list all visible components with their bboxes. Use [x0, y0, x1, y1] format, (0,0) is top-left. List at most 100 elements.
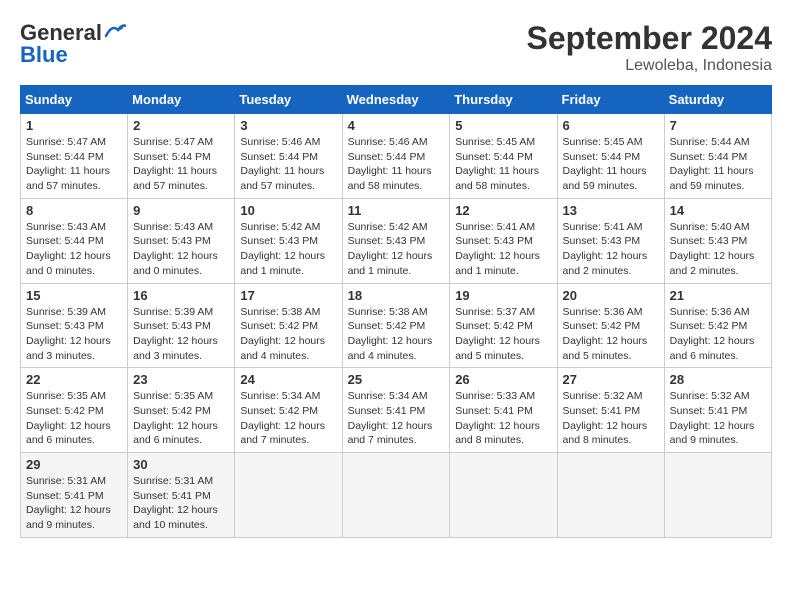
daylight-label: Daylight: 11 hours and 57 minutes. — [240, 165, 324, 192]
sunrise-label: Sunrise: 5:38 AM — [348, 306, 428, 318]
day-number: 18 — [348, 288, 445, 303]
sunrise-label: Sunrise: 5:46 AM — [240, 136, 320, 148]
day-info: Sunrise: 5:36 AM Sunset: 5:42 PM Dayligh… — [563, 305, 659, 364]
daylight-label: Daylight: 12 hours and 2 minutes. — [563, 250, 648, 277]
calendar-header-row: Sunday Monday Tuesday Wednesday Thursday… — [21, 86, 772, 114]
sunrise-label: Sunrise: 5:36 AM — [670, 306, 750, 318]
calendar-cell: 2 Sunrise: 5:47 AM Sunset: 5:44 PM Dayli… — [128, 114, 235, 199]
calendar-table: Sunday Monday Tuesday Wednesday Thursday… — [20, 85, 772, 538]
sunset-label: Sunset: 5:44 PM — [563, 151, 641, 163]
day-info: Sunrise: 5:47 AM Sunset: 5:44 PM Dayligh… — [133, 135, 229, 194]
daylight-label: Daylight: 12 hours and 6 minutes. — [670, 335, 755, 362]
day-info: Sunrise: 5:34 AM Sunset: 5:41 PM Dayligh… — [348, 389, 445, 448]
day-info: Sunrise: 5:42 AM Sunset: 5:43 PM Dayligh… — [240, 220, 336, 279]
col-sunday: Sunday — [21, 86, 128, 114]
day-info: Sunrise: 5:39 AM Sunset: 5:43 PM Dayligh… — [26, 305, 122, 364]
calendar-cell: 25 Sunrise: 5:34 AM Sunset: 5:41 PM Dayl… — [342, 368, 450, 453]
sunset-label: Sunset: 5:44 PM — [133, 151, 211, 163]
sunrise-label: Sunrise: 5:39 AM — [26, 306, 106, 318]
daylight-label: Daylight: 11 hours and 58 minutes. — [455, 165, 539, 192]
daylight-label: Daylight: 12 hours and 7 minutes. — [240, 420, 325, 447]
day-info: Sunrise: 5:39 AM Sunset: 5:43 PM Dayligh… — [133, 305, 229, 364]
day-info: Sunrise: 5:47 AM Sunset: 5:44 PM Dayligh… — [26, 135, 122, 194]
daylight-label: Daylight: 11 hours and 57 minutes. — [133, 165, 217, 192]
calendar-cell: 22 Sunrise: 5:35 AM Sunset: 5:42 PM Dayl… — [21, 368, 128, 453]
logo-bird-icon — [104, 22, 126, 40]
sunset-label: Sunset: 5:41 PM — [348, 405, 426, 417]
day-info: Sunrise: 5:38 AM Sunset: 5:42 PM Dayligh… — [240, 305, 336, 364]
day-number: 7 — [670, 118, 766, 133]
day-info: Sunrise: 5:35 AM Sunset: 5:42 PM Dayligh… — [133, 389, 229, 448]
calendar-week-row: 15 Sunrise: 5:39 AM Sunset: 5:43 PM Dayl… — [21, 283, 772, 368]
sunset-label: Sunset: 5:42 PM — [240, 405, 318, 417]
day-info: Sunrise: 5:31 AM Sunset: 5:41 PM Dayligh… — [26, 474, 122, 533]
calendar-cell: 21 Sunrise: 5:36 AM Sunset: 5:42 PM Dayl… — [664, 283, 771, 368]
day-number: 5 — [455, 118, 551, 133]
sunrise-label: Sunrise: 5:36 AM — [563, 306, 643, 318]
sunrise-label: Sunrise: 5:46 AM — [348, 136, 428, 148]
sunrise-label: Sunrise: 5:43 AM — [133, 221, 213, 233]
calendar-cell: 11 Sunrise: 5:42 AM Sunset: 5:43 PM Dayl… — [342, 198, 450, 283]
sunset-label: Sunset: 5:43 PM — [240, 235, 318, 247]
col-monday: Monday — [128, 86, 235, 114]
day-info: Sunrise: 5:35 AM Sunset: 5:42 PM Dayligh… — [26, 389, 122, 448]
day-info: Sunrise: 5:43 AM Sunset: 5:43 PM Dayligh… — [133, 220, 229, 279]
daylight-label: Daylight: 12 hours and 4 minutes. — [348, 335, 433, 362]
calendar-cell — [235, 453, 342, 538]
day-number: 23 — [133, 372, 229, 387]
sunrise-label: Sunrise: 5:35 AM — [26, 390, 106, 402]
day-info: Sunrise: 5:40 AM Sunset: 5:43 PM Dayligh… — [670, 220, 766, 279]
day-number: 14 — [670, 203, 766, 218]
sunrise-label: Sunrise: 5:45 AM — [563, 136, 643, 148]
daylight-label: Daylight: 12 hours and 3 minutes. — [133, 335, 218, 362]
day-number: 1 — [26, 118, 122, 133]
calendar-cell: 14 Sunrise: 5:40 AM Sunset: 5:43 PM Dayl… — [664, 198, 771, 283]
sunset-label: Sunset: 5:42 PM — [670, 320, 748, 332]
day-number: 19 — [455, 288, 551, 303]
calendar-cell: 7 Sunrise: 5:44 AM Sunset: 5:44 PM Dayli… — [664, 114, 771, 199]
sunset-label: Sunset: 5:44 PM — [670, 151, 748, 163]
daylight-label: Daylight: 12 hours and 10 minutes. — [133, 504, 218, 531]
daylight-label: Daylight: 12 hours and 4 minutes. — [240, 335, 325, 362]
day-info: Sunrise: 5:46 AM Sunset: 5:44 PM Dayligh… — [240, 135, 336, 194]
day-number: 22 — [26, 372, 122, 387]
calendar-cell: 16 Sunrise: 5:39 AM Sunset: 5:43 PM Dayl… — [128, 283, 235, 368]
daylight-label: Daylight: 12 hours and 3 minutes. — [26, 335, 111, 362]
day-info: Sunrise: 5:45 AM Sunset: 5:44 PM Dayligh… — [455, 135, 551, 194]
sunset-label: Sunset: 5:42 PM — [348, 320, 426, 332]
daylight-label: Daylight: 12 hours and 1 minute. — [455, 250, 540, 277]
sunrise-label: Sunrise: 5:37 AM — [455, 306, 535, 318]
logo-blue-text: Blue — [20, 42, 68, 68]
sunrise-label: Sunrise: 5:33 AM — [455, 390, 535, 402]
day-number: 25 — [348, 372, 445, 387]
calendar-cell: 6 Sunrise: 5:45 AM Sunset: 5:44 PM Dayli… — [557, 114, 664, 199]
sunset-label: Sunset: 5:44 PM — [240, 151, 318, 163]
calendar-cell: 17 Sunrise: 5:38 AM Sunset: 5:42 PM Dayl… — [235, 283, 342, 368]
daylight-label: Daylight: 12 hours and 6 minutes. — [26, 420, 111, 447]
calendar-cell: 4 Sunrise: 5:46 AM Sunset: 5:44 PM Dayli… — [342, 114, 450, 199]
sunset-label: Sunset: 5:41 PM — [455, 405, 533, 417]
sunset-label: Sunset: 5:43 PM — [670, 235, 748, 247]
day-info: Sunrise: 5:32 AM Sunset: 5:41 PM Dayligh… — [670, 389, 766, 448]
sunrise-label: Sunrise: 5:31 AM — [133, 475, 213, 487]
sunrise-label: Sunrise: 5:31 AM — [26, 475, 106, 487]
calendar-week-row: 22 Sunrise: 5:35 AM Sunset: 5:42 PM Dayl… — [21, 368, 772, 453]
calendar-cell: 26 Sunrise: 5:33 AM Sunset: 5:41 PM Dayl… — [450, 368, 557, 453]
sunset-label: Sunset: 5:44 PM — [455, 151, 533, 163]
calendar-cell: 20 Sunrise: 5:36 AM Sunset: 5:42 PM Dayl… — [557, 283, 664, 368]
day-number: 28 — [670, 372, 766, 387]
day-number: 27 — [563, 372, 659, 387]
sunset-label: Sunset: 5:43 PM — [455, 235, 533, 247]
sunset-label: Sunset: 5:43 PM — [133, 235, 211, 247]
day-number: 30 — [133, 457, 229, 472]
day-number: 11 — [348, 203, 445, 218]
day-number: 2 — [133, 118, 229, 133]
sunset-label: Sunset: 5:43 PM — [133, 320, 211, 332]
day-number: 8 — [26, 203, 122, 218]
day-info: Sunrise: 5:42 AM Sunset: 5:43 PM Dayligh… — [348, 220, 445, 279]
calendar-cell: 1 Sunrise: 5:47 AM Sunset: 5:44 PM Dayli… — [21, 114, 128, 199]
calendar-cell: 23 Sunrise: 5:35 AM Sunset: 5:42 PM Dayl… — [128, 368, 235, 453]
day-info: Sunrise: 5:41 AM Sunset: 5:43 PM Dayligh… — [455, 220, 551, 279]
day-info: Sunrise: 5:33 AM Sunset: 5:41 PM Dayligh… — [455, 389, 551, 448]
daylight-label: Daylight: 12 hours and 2 minutes. — [670, 250, 755, 277]
